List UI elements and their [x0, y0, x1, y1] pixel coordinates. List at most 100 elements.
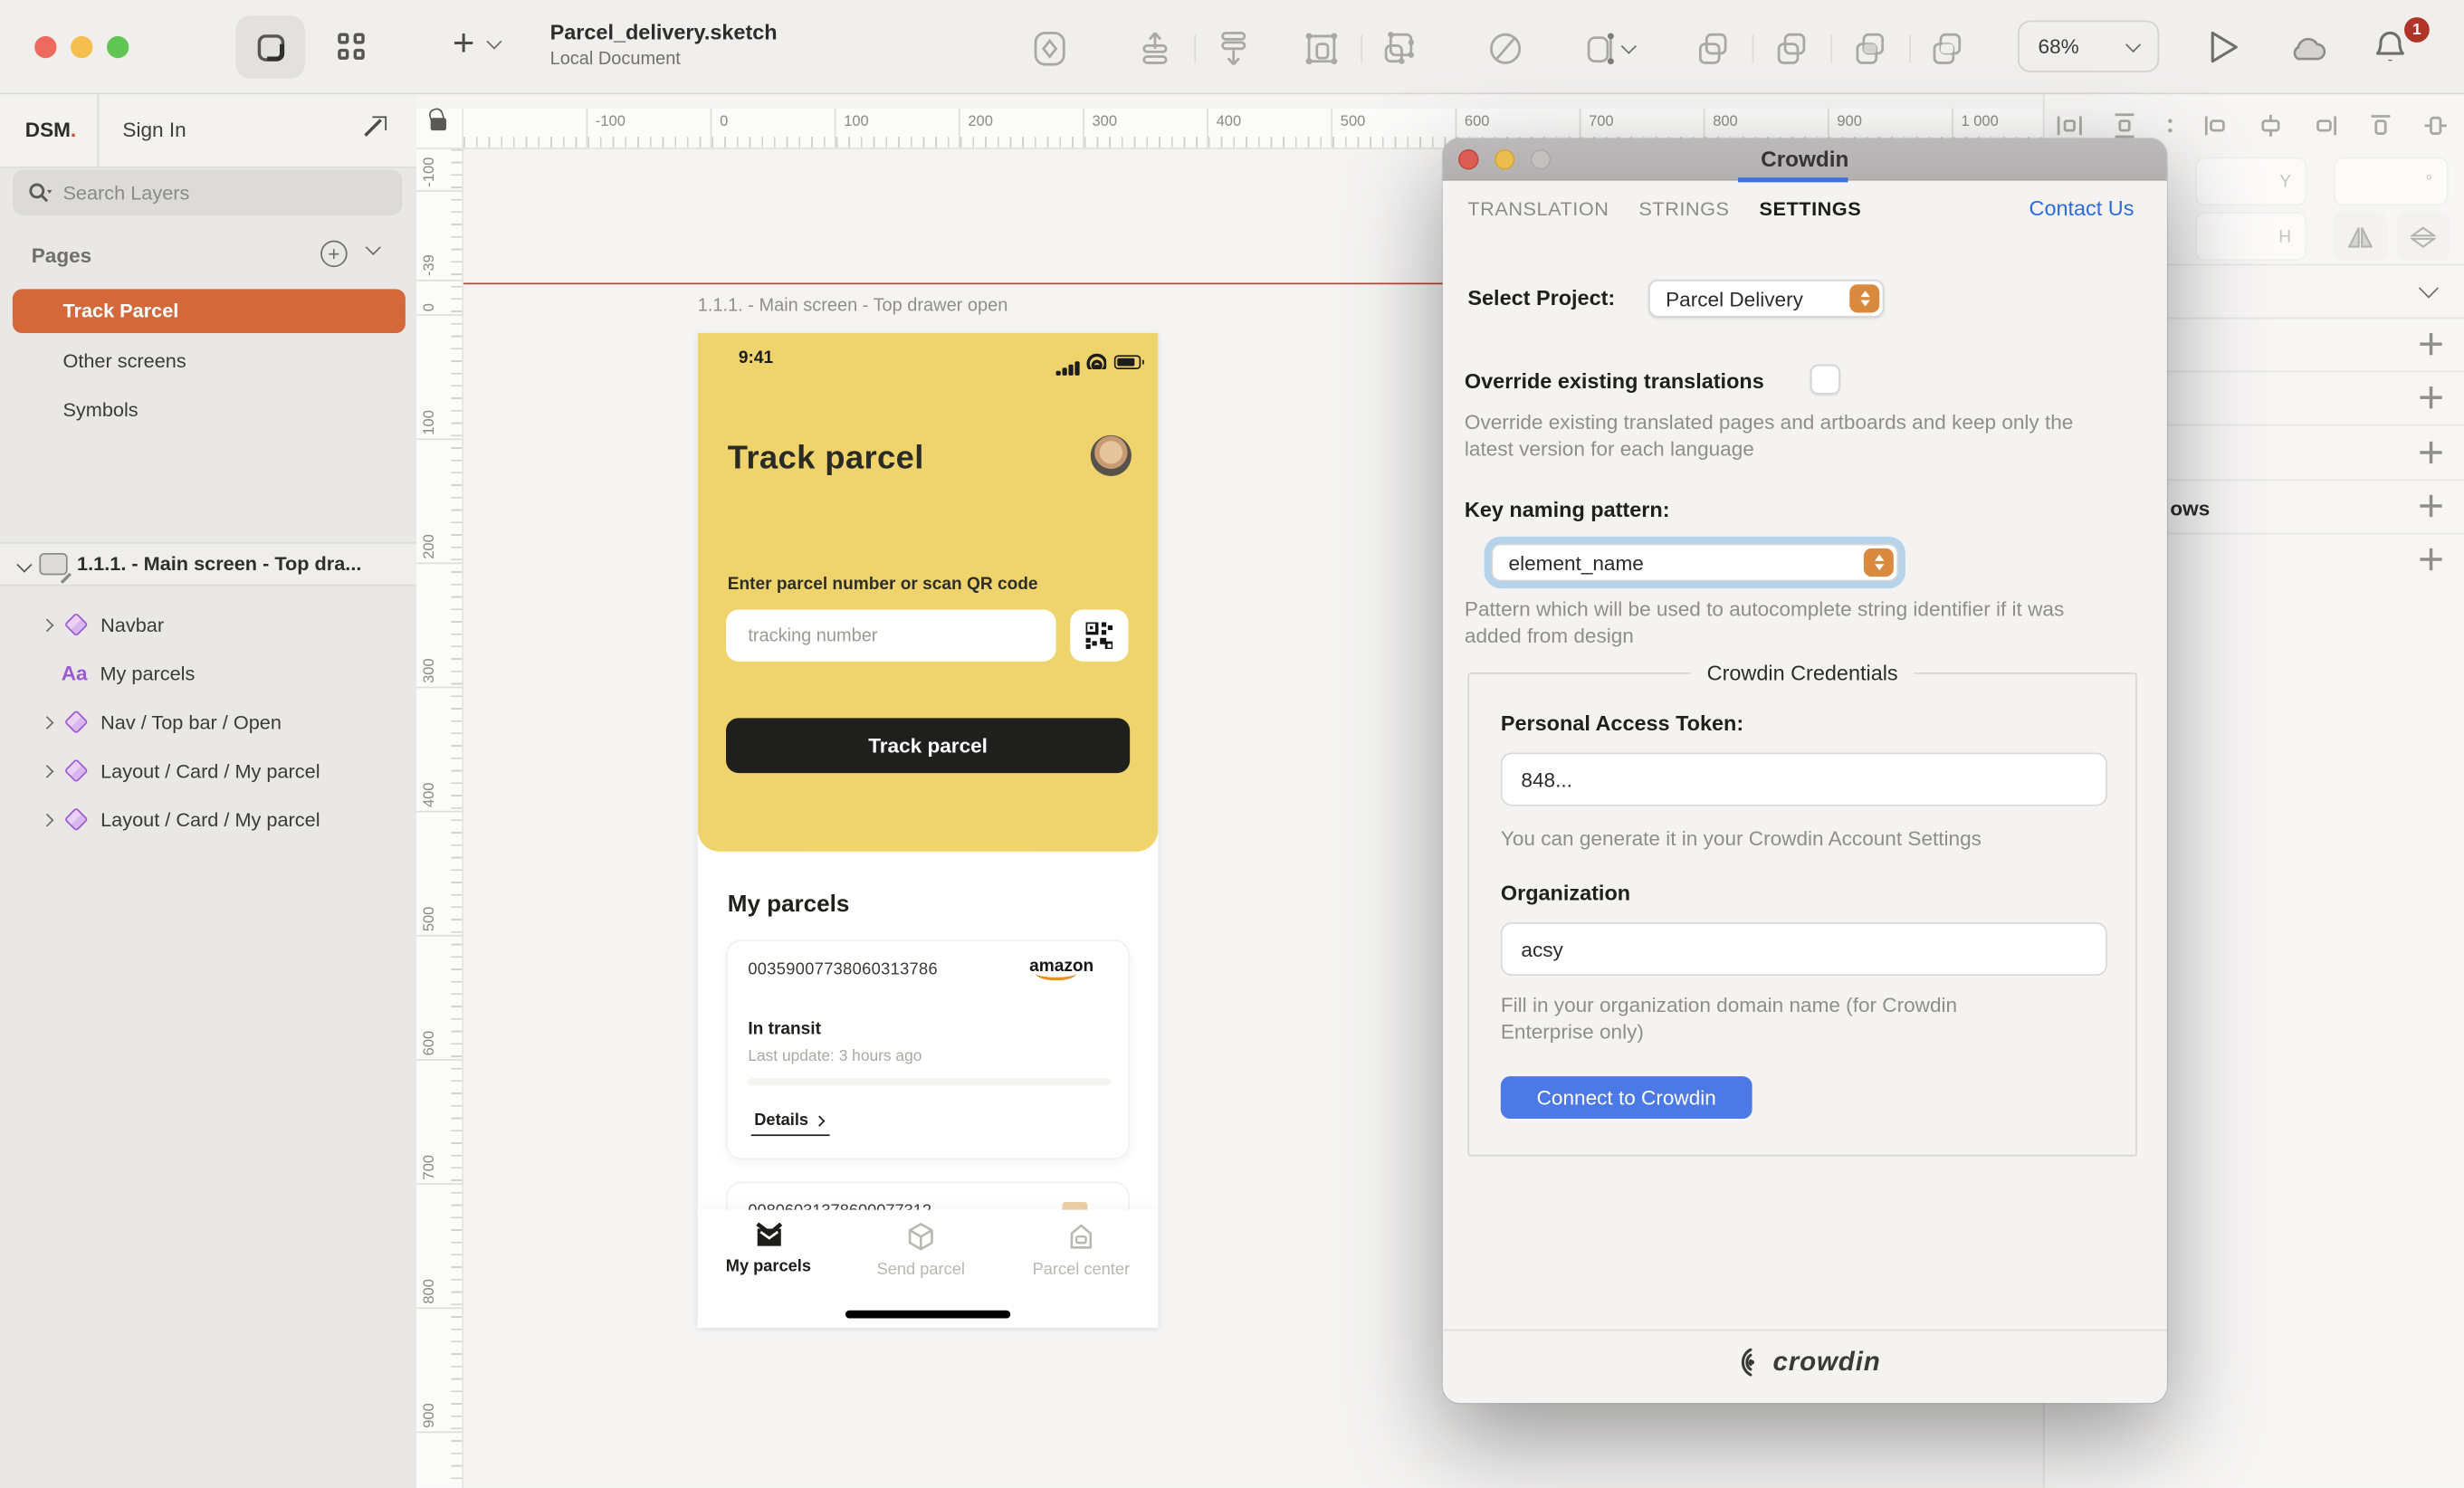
zoom-window-button[interactable]	[107, 36, 129, 58]
add-border-button[interactable]	[2420, 442, 2441, 463]
parcel-card[interactable]: 00359007738060313786 amazon In transit L…	[726, 940, 1130, 1159]
align-top-icon[interactable]	[2368, 113, 2393, 138]
group-button[interactable]	[1301, 28, 1342, 69]
sign-in-button[interactable]: Sign In	[122, 118, 186, 141]
ruler-mark: 100	[416, 438, 463, 440]
search-layers-input[interactable]: Search Layers	[13, 169, 403, 215]
close-button[interactable]	[34, 36, 56, 58]
chevron-right-icon[interactable]	[41, 813, 54, 826]
distribute-vertical-icon[interactable]	[2112, 113, 2137, 138]
zoom-level-dropdown[interactable]: 68%	[2018, 21, 2159, 72]
avatar[interactable]	[1091, 435, 1132, 476]
chevron-right-icon[interactable]	[41, 764, 54, 777]
layer-row-my-parcels[interactable]: Aa My parcels	[0, 649, 416, 698]
contact-us-link[interactable]: Contact Us	[2029, 196, 2135, 220]
sidebar-page-other-screens[interactable]: Other screens	[13, 339, 406, 384]
envelope-icon	[753, 1223, 783, 1248]
scan-qr-button[interactable]	[1070, 610, 1128, 662]
ungroup-button[interactable]	[1380, 28, 1420, 69]
tracking-number-input[interactable]: tracking number	[726, 610, 1056, 662]
artboard-icon	[39, 553, 67, 575]
nav-send-parcel[interactable]: Send parcel	[850, 1223, 991, 1279]
chevron-right-icon[interactable]	[41, 715, 54, 729]
ruler-mark: -39	[416, 280, 463, 281]
align-middle-v-icon[interactable]	[2423, 113, 2449, 138]
ruler-mark: 100	[835, 109, 869, 148]
distribute-horizontal-icon[interactable]	[2057, 113, 2082, 138]
tab-settings[interactable]: SETTINGS	[1760, 198, 1862, 220]
insert-button[interactable]: +	[453, 25, 500, 63]
tab-translation[interactable]: TRANSLATION	[1467, 198, 1609, 220]
add-inner-shadow-button[interactable]	[2420, 548, 2441, 570]
nav-my-parcels[interactable]: My parcels	[698, 1223, 839, 1276]
flip-vertical-button[interactable]	[2396, 212, 2450, 261]
open-panel-icon[interactable]	[366, 116, 387, 137]
layer-row-navbar[interactable]: Navbar	[0, 600, 416, 649]
canvas-view-icon	[257, 33, 284, 61]
select-project-dropdown[interactable]: Parcel Delivery	[1648, 280, 1884, 318]
plugin-tabs: TRANSLATION STRINGS SETTINGS	[1467, 198, 1861, 220]
move-forward-button[interactable]	[1134, 28, 1175, 69]
layer-tree-header[interactable]: 1.1.1. - Main screen - Top dra...	[0, 542, 416, 587]
cloud-sync-button[interactable]	[2288, 28, 2329, 69]
sidebar-page-track-parcel[interactable]: Track Parcel	[13, 289, 406, 333]
ruler-mark: 200	[416, 562, 463, 564]
minimize-button[interactable]	[71, 36, 92, 58]
section-collapse-icon[interactable]	[2419, 279, 2439, 299]
toolbar-separator	[1194, 34, 1196, 62]
align-left-icon[interactable]	[2203, 113, 2229, 138]
subtract-button[interactable]	[1771, 28, 1811, 69]
document-title: Parcel_delivery.sketch	[550, 21, 778, 44]
lock-icon	[431, 118, 446, 130]
ruler-corner[interactable]	[416, 109, 463, 149]
tab-strings[interactable]: STRINGS	[1638, 198, 1729, 220]
token-input[interactable]	[1501, 753, 2107, 806]
canvas-view-button[interactable]	[235, 15, 304, 78]
credentials-fieldset: Crowdin Credentials Personal Access Toke…	[1467, 672, 2137, 1157]
align-center-h-icon[interactable]	[2259, 113, 2284, 138]
notification-badge: 1	[2404, 17, 2430, 43]
layer-row-nav-top-bar[interactable]: Nav / Top bar / Open	[0, 698, 416, 747]
preview-play-button[interactable]	[2203, 27, 2244, 68]
add-fill-button[interactable]	[2420, 386, 2441, 408]
track-parcel-button[interactable]: Track parcel	[726, 718, 1130, 773]
dsm-tab[interactable]: DSM.	[25, 118, 76, 141]
intersect-button[interactable]	[1849, 28, 1890, 69]
union-button[interactable]	[1693, 28, 1733, 69]
resize-button[interactable]	[1574, 28, 1637, 69]
select-project-label: Select Project:	[1467, 286, 1615, 310]
grid-view-button[interactable]	[318, 15, 387, 78]
connect-to-crowdin-button[interactable]: Connect to Crowdin	[1501, 1076, 1752, 1119]
separator-dots-icon	[2167, 113, 2173, 138]
add-page-button[interactable]: +	[320, 241, 348, 268]
plugin-titlebar[interactable]: Crowdin	[1443, 138, 2167, 181]
organization-input[interactable]	[1501, 922, 2107, 976]
difference-button[interactable]	[1926, 28, 1967, 69]
chevron-right-icon[interactable]	[41, 618, 54, 632]
height-field[interactable]: H	[2195, 212, 2306, 261]
chevron-down-icon	[1620, 39, 1636, 54]
y-position-field[interactable]: Y	[2195, 157, 2306, 206]
key-pattern-dropdown[interactable]: element_name	[1491, 544, 1898, 582]
flip-horizontal-button[interactable]	[2334, 212, 2387, 261]
nav-parcel-center[interactable]: Parcel center	[1010, 1223, 1151, 1279]
store-icon	[1067, 1223, 1095, 1251]
rotation-field[interactable]: °	[2334, 157, 2449, 206]
layer-row-card-1[interactable]: Layout / Card / My parcel	[0, 747, 416, 796]
details-link[interactable]: Details	[751, 1111, 831, 1136]
move-backward-button[interactable]	[1213, 28, 1254, 69]
collapse-pages-icon[interactable]	[366, 240, 381, 255]
rotate-button[interactable]	[1485, 28, 1525, 69]
zoom-level-value: 68%	[2039, 34, 2079, 58]
layer-row-card-2[interactable]: Layout / Card / My parcel	[0, 795, 416, 844]
artboard-main-screen[interactable]: 9:41 Track parcel Enter parcel number or…	[698, 333, 1159, 1328]
create-symbol-button[interactable]	[1029, 28, 1070, 69]
add-shadow-button[interactable]	[2420, 495, 2441, 517]
symbol-icon	[64, 613, 89, 637]
align-right-icon[interactable]	[2313, 113, 2338, 138]
sidebar-page-symbols[interactable]: Symbols	[13, 388, 406, 433]
artboard-title[interactable]: 1.1.1. - Main screen - Top drawer open	[698, 297, 1008, 316]
override-checkbox[interactable]	[1810, 365, 1840, 395]
left-sidebar: DSM. Sign In Search Layers Pages + Track…	[0, 94, 416, 1488]
add-style-button[interactable]	[2420, 333, 2441, 355]
